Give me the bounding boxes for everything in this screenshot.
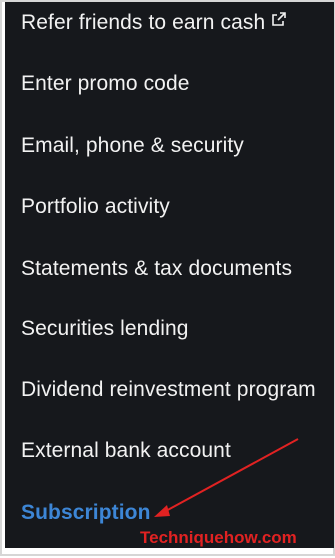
menu-item-label: Statements & tax documents (21, 257, 293, 280)
menu-item-label: Refer friends to earn cash (21, 11, 266, 34)
external-link-icon (271, 6, 287, 36)
menu-item-securities-lending[interactable]: Securities lending (21, 314, 189, 344)
menu-item-label: Enter promo code (21, 72, 190, 95)
menu-item-statements-tax[interactable]: Statements & tax documents (21, 254, 292, 284)
menu-item-subscription[interactable]: Subscription (21, 498, 151, 528)
menu-item-promo-code[interactable]: Enter promo code (21, 69, 190, 99)
menu-item-portfolio-activity[interactable]: Portfolio activity (21, 192, 170, 222)
menu-item-refer-friends[interactable]: Refer friends to earn cash (21, 8, 287, 38)
menu-item-external-bank-account[interactable]: External bank account (21, 436, 231, 466)
screenshot-frame: Refer friends to earn cash Enter promo c… (0, 0, 335, 556)
menu-item-label: Securities lending (21, 317, 189, 340)
menu-item-label: Portfolio activity (21, 195, 170, 218)
menu-item-dividend-reinvestment[interactable]: Dividend reinvestment program (21, 375, 316, 405)
menu-item-label: Email, phone & security (21, 134, 244, 157)
menu-item-label: External bank account (21, 439, 231, 462)
watermark-text: Techniquehow.com (140, 528, 297, 547)
menu-item-label: Subscription (21, 501, 151, 524)
account-menu-panel: Refer friends to earn cash Enter promo c… (5, 2, 334, 548)
menu-item-label: Dividend reinvestment program (21, 378, 316, 401)
menu-item-email-phone-security[interactable]: Email, phone & security (21, 131, 244, 161)
